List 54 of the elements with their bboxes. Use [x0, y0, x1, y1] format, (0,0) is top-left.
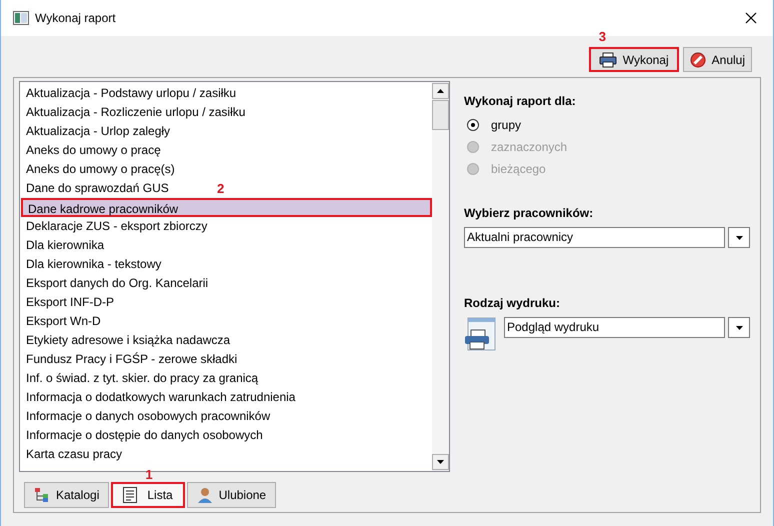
- section-label: Wybierz pracowników:: [464, 205, 594, 222]
- list-item[interactable]: Aneks do umowy o pracę(s): [21, 160, 180, 179]
- list-item[interactable]: Karta czasu pracy: [21, 445, 128, 464]
- list-item[interactable]: Dane do sprawozdań GUS: [21, 179, 174, 198]
- dropdown-button[interactable]: [728, 227, 750, 248]
- list-item[interactable]: Inf. o świad. z tyt. skier. do pracy za granicą: [21, 369, 264, 388]
- run-button[interactable]: Wykonaj: [588, 47, 679, 72]
- list-item[interactable]: Fundusz Pracy i FGŚP - zerowe składki: [21, 350, 242, 369]
- scrollbar[interactable]: [432, 82, 449, 471]
- list-item[interactable]: Dla kierownika - tekstowy: [21, 255, 166, 274]
- list-item[interactable]: Eksport INF-D-P: [21, 293, 120, 312]
- tab[interactable]: Lista: [111, 482, 185, 508]
- printer-icon: [598, 52, 617, 68]
- scroll-thumb[interactable]: [432, 100, 449, 130]
- tree-icon: [34, 487, 50, 503]
- annotation-number: 1: [145, 468, 153, 481]
- annotation-number: 3: [598, 30, 606, 43]
- dropdown-field[interactable]: Aktualni pracownicy: [464, 227, 725, 248]
- list-item[interactable]: Aktualizacja - Podstawy urlopu / zasiłku: [21, 84, 242, 103]
- close-icon[interactable]: [745, 12, 757, 24]
- list-item[interactable]: Informacja o dodatkowych warunkach zatrudnienia: [21, 388, 300, 407]
- window-icon: [13, 11, 29, 25]
- radio-label: zaznaczonych: [491, 139, 568, 156]
- dropdown-button[interactable]: [728, 317, 750, 338]
- section-label: Wykonaj raport dla:: [464, 93, 577, 110]
- list-item[interactable]: Informacje o dostępie do danych osobowych: [21, 426, 268, 445]
- cancel-icon: [690, 52, 706, 68]
- radio-label: bieżącego: [491, 161, 546, 178]
- window-title: Wykonaj raport: [35, 10, 117, 27]
- list-item[interactable]: Aktualizacja - Rozliczenie urlopu / zasiłku: [21, 103, 250, 122]
- list-item[interactable]: Eksport Wn-D: [21, 312, 106, 331]
- list-item[interactable]: Dla kierownika: [21, 236, 110, 255]
- tab[interactable]: Ulubione: [186, 482, 276, 508]
- list-item[interactable]: Etykiety adresowe i książka nadawcza: [21, 331, 236, 350]
- caret-icon: [736, 236, 742, 240]
- radio-label: grupy: [491, 117, 522, 134]
- list-item[interactable]: Eksport danych do Org. Kancelarii: [21, 274, 214, 293]
- print-preview-icon: [464, 317, 496, 351]
- caret-icon: [736, 326, 742, 330]
- list-item[interactable]: Dane kadrowe pracowników: [21, 198, 432, 217]
- list-item[interactable]: Aktualizacja - Urlop zaległy: [21, 122, 176, 141]
- cancel-button[interactable]: Anuluj: [682, 47, 752, 72]
- section-label: Rodzaj wydruku:: [464, 295, 562, 312]
- list-item[interactable]: Aneks do umowy o pracę: [21, 141, 166, 160]
- list-item[interactable]: Informacje o danych osobowych pracowników: [21, 407, 276, 426]
- person-icon: [196, 487, 213, 503]
- tab[interactable]: Katalogi: [24, 482, 110, 508]
- list-item[interactable]: Deklaracje ZUS - eksport zbiorczy: [21, 217, 212, 236]
- annotation-number: 2: [217, 182, 224, 195]
- list-icon: [123, 487, 138, 503]
- scroll-down-icon[interactable]: [437, 460, 444, 464]
- scroll-up-icon[interactable]: [437, 89, 444, 93]
- dropdown-field[interactable]: Podgląd wydruku: [504, 317, 725, 338]
- radio-button[interactable]: [467, 119, 479, 131]
